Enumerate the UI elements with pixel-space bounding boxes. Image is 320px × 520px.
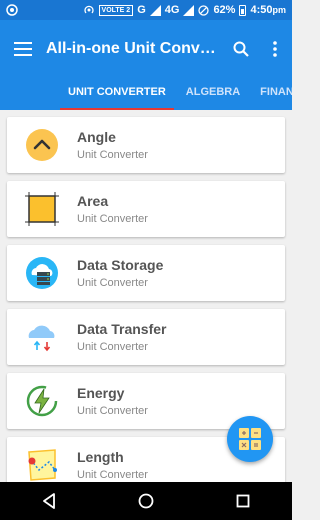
energy-icon <box>7 373 77 429</box>
volte-badge: VOLTE 2 <box>98 4 134 16</box>
hamburger-menu-icon <box>14 42 32 56</box>
tab-bar: UNIT CONVERTER ALGEBRA FINANCE <box>0 78 292 110</box>
card-subtitle: Unit Converter <box>77 405 148 417</box>
area-icon <box>7 181 77 237</box>
battery-icon <box>239 4 247 16</box>
tab-unit-converter[interactable]: UNIT CONVERTER <box>60 78 174 110</box>
tab-algebra[interactable]: ALGEBRA <box>186 78 240 110</box>
app-bar: All-in-one Unit Converter <box>0 20 292 78</box>
app-title: All-in-one Unit Converter <box>46 40 216 57</box>
recents-button[interactable] <box>223 482 263 520</box>
status-bar: VOLTE 2 G 4G 62% 4:50pm <box>0 0 292 20</box>
recents-icon <box>236 494 250 508</box>
converter-card-data-storage[interactable]: Data Storage Unit Converter <box>7 245 285 301</box>
card-subtitle: Unit Converter <box>77 277 148 289</box>
converter-card-data-transfer[interactable]: Data Transfer Unit Converter <box>7 309 285 365</box>
battery-percent: 62% <box>213 4 236 16</box>
calculator-grid-icon <box>239 428 261 450</box>
network-g-label: G <box>137 4 146 16</box>
card-subtitle: Unit Converter <box>77 469 148 481</box>
back-button[interactable] <box>29 482 69 520</box>
blocked-icon <box>198 4 210 16</box>
clock: 4:50pm <box>250 4 286 16</box>
card-title: Energy <box>77 385 125 401</box>
home-button[interactable] <box>126 482 166 520</box>
card-subtitle: Unit Converter <box>77 213 148 225</box>
card-subtitle: Unit Converter <box>77 149 148 161</box>
converter-card-angle[interactable]: Angle Unit Converter <box>7 117 285 173</box>
data-storage-icon <box>7 245 77 301</box>
card-title: Length <box>77 449 124 465</box>
card-subtitle: Unit Converter <box>77 341 148 353</box>
card-title: Data Storage <box>77 257 164 273</box>
signal-icon <box>149 4 161 16</box>
usb-debug-icon <box>6 4 18 16</box>
menu-button[interactable] <box>0 20 46 78</box>
length-icon <box>7 437 77 482</box>
more-options-button[interactable] <box>258 20 292 78</box>
system-nav-bar <box>0 482 292 520</box>
data-transfer-icon <box>7 309 77 365</box>
card-title: Data Transfer <box>77 321 167 337</box>
card-title: Angle <box>77 129 116 145</box>
network-4g-label: 4G <box>164 4 180 16</box>
search-icon <box>233 41 249 57</box>
converter-card-area[interactable]: Area Unit Converter <box>7 181 285 237</box>
tab-finance[interactable]: FINANCE <box>260 78 292 110</box>
signal-icon-2 <box>183 4 195 16</box>
angle-icon <box>7 117 77 173</box>
calculator-fab[interactable] <box>227 416 273 462</box>
home-icon <box>138 493 154 509</box>
card-title: Area <box>77 193 109 209</box>
more-vert-icon <box>273 41 277 57</box>
hotspot-icon <box>83 5 94 14</box>
search-button[interactable] <box>224 20 258 78</box>
back-icon <box>42 493 55 509</box>
